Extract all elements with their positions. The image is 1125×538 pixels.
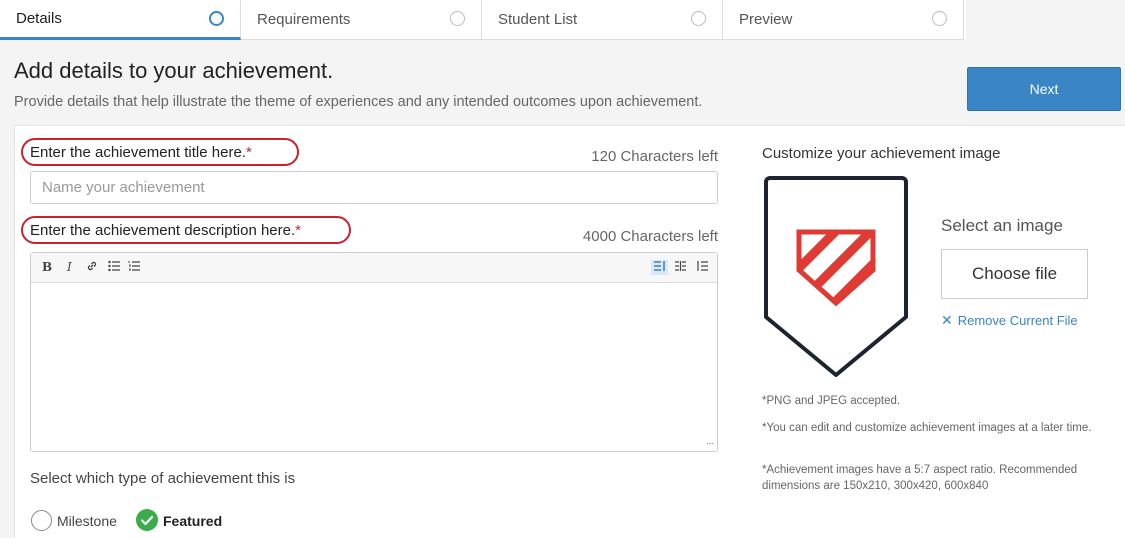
achievement-badge-image (764, 176, 908, 377)
description-editor[interactable]: B I ··· (30, 252, 718, 452)
page-subtitle: Provide details that help illustrate the… (14, 94, 703, 110)
tab-label: Requirements (257, 11, 351, 28)
achievement-title-input[interactable] (30, 171, 718, 204)
step-status-icon (691, 11, 706, 26)
step-tabs: Details Requirements Student List Previe… (0, 0, 966, 40)
type-selection-label: Select which type of achievement this is (30, 470, 296, 487)
tab-preview[interactable]: Preview (723, 0, 964, 40)
featured-radio[interactable] (136, 509, 158, 531)
remove-file-link[interactable]: ✕ Remove Current File (941, 312, 1078, 329)
align-left-icon[interactable] (651, 260, 668, 275)
italic-button[interactable]: I (67, 260, 72, 274)
image-section-heading: Customize your achievement image (762, 145, 1001, 162)
required-mark: * (295, 221, 301, 239)
link-icon[interactable] (86, 260, 98, 275)
tab-label: Student List (498, 11, 578, 28)
tab-requirements[interactable]: Requirements (241, 0, 482, 40)
align-center-icon[interactable] (674, 260, 687, 275)
tab-label: Preview (739, 11, 793, 28)
tab-label: Details (16, 10, 62, 27)
description-char-counter: 4000 Characters left (582, 228, 718, 245)
milestone-radio[interactable] (31, 510, 52, 531)
tab-student-list[interactable]: Student List (482, 0, 723, 40)
next-button[interactable]: Next (967, 67, 1121, 111)
page-title: Add details to your achievement. (14, 58, 334, 83)
milestone-label[interactable]: Milestone (57, 513, 117, 529)
description-field-label: Enter the achievement description here. * (21, 216, 351, 244)
numbered-list-icon[interactable] (128, 260, 141, 275)
resize-handle-icon[interactable]: ··· (706, 438, 714, 449)
step-status-icon (450, 11, 465, 26)
align-right-icon[interactable] (696, 260, 709, 275)
image-ratio-note: *Achievement images have a 5:7 aspect ra… (762, 464, 1078, 492)
image-edit-note: *You can edit and customize achievement … (762, 422, 1092, 434)
editor-toolbar: B I (31, 253, 717, 283)
choose-file-button[interactable]: Choose file (941, 249, 1088, 299)
check-icon (140, 515, 154, 526)
image-format-note: *PNG and JPEG accepted. (762, 395, 901, 407)
title-char-counter: 120 Characters left (591, 148, 718, 165)
required-mark: * (245, 143, 252, 161)
title-field-label: Enter the achievement title here. * (21, 138, 299, 166)
step-status-icon (932, 11, 947, 26)
featured-label[interactable]: Featured (163, 513, 222, 529)
close-icon: ✕ (941, 312, 953, 328)
tab-details[interactable]: Details (0, 0, 241, 40)
bullet-list-icon[interactable] (108, 260, 121, 275)
step-status-icon (209, 11, 224, 26)
select-image-label: Select an image (941, 216, 1063, 235)
bold-button[interactable]: B (42, 260, 52, 274)
